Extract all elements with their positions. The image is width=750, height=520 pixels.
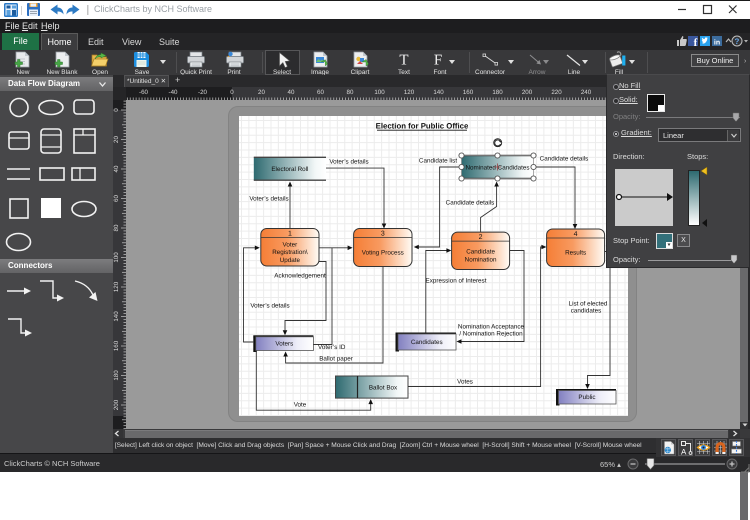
svg-text:80: 80 [113,224,120,231]
svg-text:1: 1 [288,231,292,238]
svg-text:Update: Update [280,257,301,264]
svg-text:3: 3 [381,231,385,238]
svg-text:Voter’s details: Voter’s details [250,303,289,310]
svg-text:Public: Public [578,394,595,401]
svg-text:in: in [714,39,720,47]
svg-text:Voters: Voters [275,340,293,347]
svg-text:Results: Results [565,250,586,257]
svg-text:40: 40 [113,165,120,172]
svg-text:Ballot Box: Ballot Box [369,385,398,392]
svg-text:Voter’s ID: Voter’s ID [318,344,346,351]
svg-text:Candidate details: Candidate details [540,156,589,163]
svg-text:180: 180 [113,370,120,381]
svg-text:100: 100 [374,89,385,96]
svg-text:60: 60 [317,89,324,96]
svg-text:20: 20 [113,136,120,143]
svg-text:A: A [681,448,687,457]
svg-text:f: f [694,37,698,47]
svg-text:Voter’s details: Voter’s details [249,196,288,203]
svg-text:Registration\: Registration\ [272,249,308,256]
svg-text:160: 160 [113,340,120,351]
svg-text:Ballot paper: Ballot paper [319,356,353,363]
svg-text:Voter’s details: Voter’s details [329,159,368,166]
svg-text:candidates: candidates [571,308,601,315]
svg-text:Candidates: Candidates [411,339,443,346]
svg-text:20: 20 [258,89,265,96]
svg-text:140: 140 [433,89,444,96]
svg-text:-60: -60 [139,89,149,96]
svg-text:Expression of Interest: Expression of Interest [426,278,487,285]
svg-text:180: 180 [492,89,503,96]
svg-text:-40: -40 [169,89,179,96]
svg-text:120: 120 [404,89,415,96]
svg-text:Electoral Roll: Electoral Roll [271,166,308,173]
svg-text:-20: -20 [198,89,208,96]
svg-text:Voting Process: Voting Process [362,249,404,256]
svg-text:Acknowledgement: Acknowledgement [274,273,326,280]
svg-text:40: 40 [288,89,295,96]
svg-text:F: F [434,53,442,69]
svg-text:200: 200 [522,89,533,96]
svg-text:Nomination Acceptance: Nomination Acceptance [458,324,525,331]
svg-text:4: 4 [574,231,578,238]
svg-text:Candidate list: Candidate list [419,158,457,165]
svg-text:80: 80 [347,89,354,96]
svg-text:200: 200 [113,399,120,410]
svg-text:60: 60 [113,195,120,202]
svg-text:Candidate details: Candidate details [446,200,495,207]
svg-text:120: 120 [113,281,120,292]
svg-text:List of elected: List of elected [569,301,608,308]
svg-text:/ Nomination Rejection: / Nomination Rejection [459,331,523,338]
svg-text:Nomination: Nomination [465,257,497,264]
svg-text:2: 2 [479,234,483,241]
svg-text:Election for Public Office: Election for Public Office [376,122,469,131]
svg-text:0: 0 [230,89,234,96]
svg-text:T: T [399,53,408,69]
svg-text:?: ? [735,37,740,46]
svg-text:Vote: Vote [294,402,307,409]
svg-text:0: 0 [113,108,120,112]
svg-text:220: 220 [551,89,562,96]
svg-text:Candidate: Candidate [466,249,495,256]
svg-text:160: 160 [463,89,474,96]
svg-text:Votes: Votes [457,379,473,386]
svg-text:100: 100 [113,252,120,263]
svg-text:Voter: Voter [283,241,298,248]
svg-text:240: 240 [581,89,592,96]
svg-text:140: 140 [113,311,120,322]
